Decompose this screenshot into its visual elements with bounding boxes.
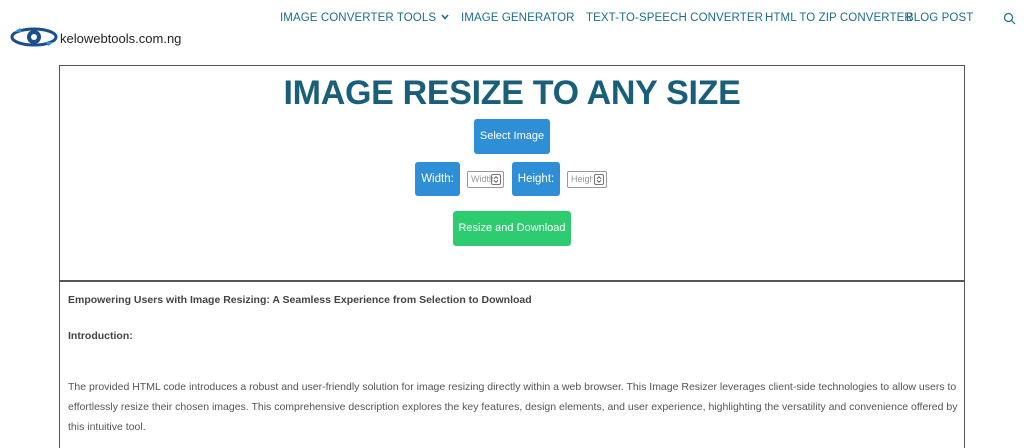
site-name[interactable]: kelowebtools.com.ng [60, 31, 181, 46]
height-placeholder: Height [571, 174, 593, 184]
site-header: kelowebtools.com.ng IMAGE CONVERTER TOOL… [0, 0, 1024, 58]
nav-item-html-to-zip[interactable]: HTML TO ZIP CONVERTER [765, 12, 913, 24]
width-input[interactable]: Width [467, 171, 504, 188]
select-image-button[interactable]: Select Image [474, 119, 550, 154]
spinner-arrows-icon[interactable] [491, 174, 501, 185]
page-title: IMAGE RESIZE TO ANY SIZE [283, 74, 741, 112]
nav-item-image-generator[interactable]: IMAGE GENERATOR [461, 12, 575, 24]
main-nav: IMAGE CONVERTER TOOLS IMAGE GENERATOR TE… [0, 12, 1024, 28]
nav-item-label: IMAGE CONVERTER TOOLS [280, 12, 437, 24]
description-panel: Empowering Users with Image Resizing: A … [59, 282, 965, 448]
description-heading: Empowering Users with Image Resizing: A … [68, 294, 532, 306]
search-icon[interactable] [1003, 12, 1017, 26]
resizer-tool-panel: IMAGE RESIZE TO ANY SIZE Select Image Wi… [59, 65, 965, 282]
introduction-label: Introduction: [68, 330, 133, 342]
height-input[interactable]: Height [567, 171, 607, 188]
chevron-down-icon [441, 14, 449, 20]
resize-and-download-button[interactable]: Resize and Download [453, 211, 571, 246]
nav-item-text-to-speech[interactable]: TEXT-TO-SPEECH CONVERTER [586, 12, 763, 24]
width-placeholder: Width [471, 174, 493, 184]
spinner-arrows-icon[interactable] [594, 174, 604, 185]
height-label: Height: [512, 162, 560, 196]
nav-item-image-converter-tools[interactable]: IMAGE CONVERTER TOOLS [280, 12, 449, 24]
nav-item-blog-post[interactable]: BLOG POST [906, 12, 973, 24]
width-label: Width: [415, 162, 460, 196]
description-paragraph: The provided HTML code introduces a robu… [68, 381, 958, 433]
